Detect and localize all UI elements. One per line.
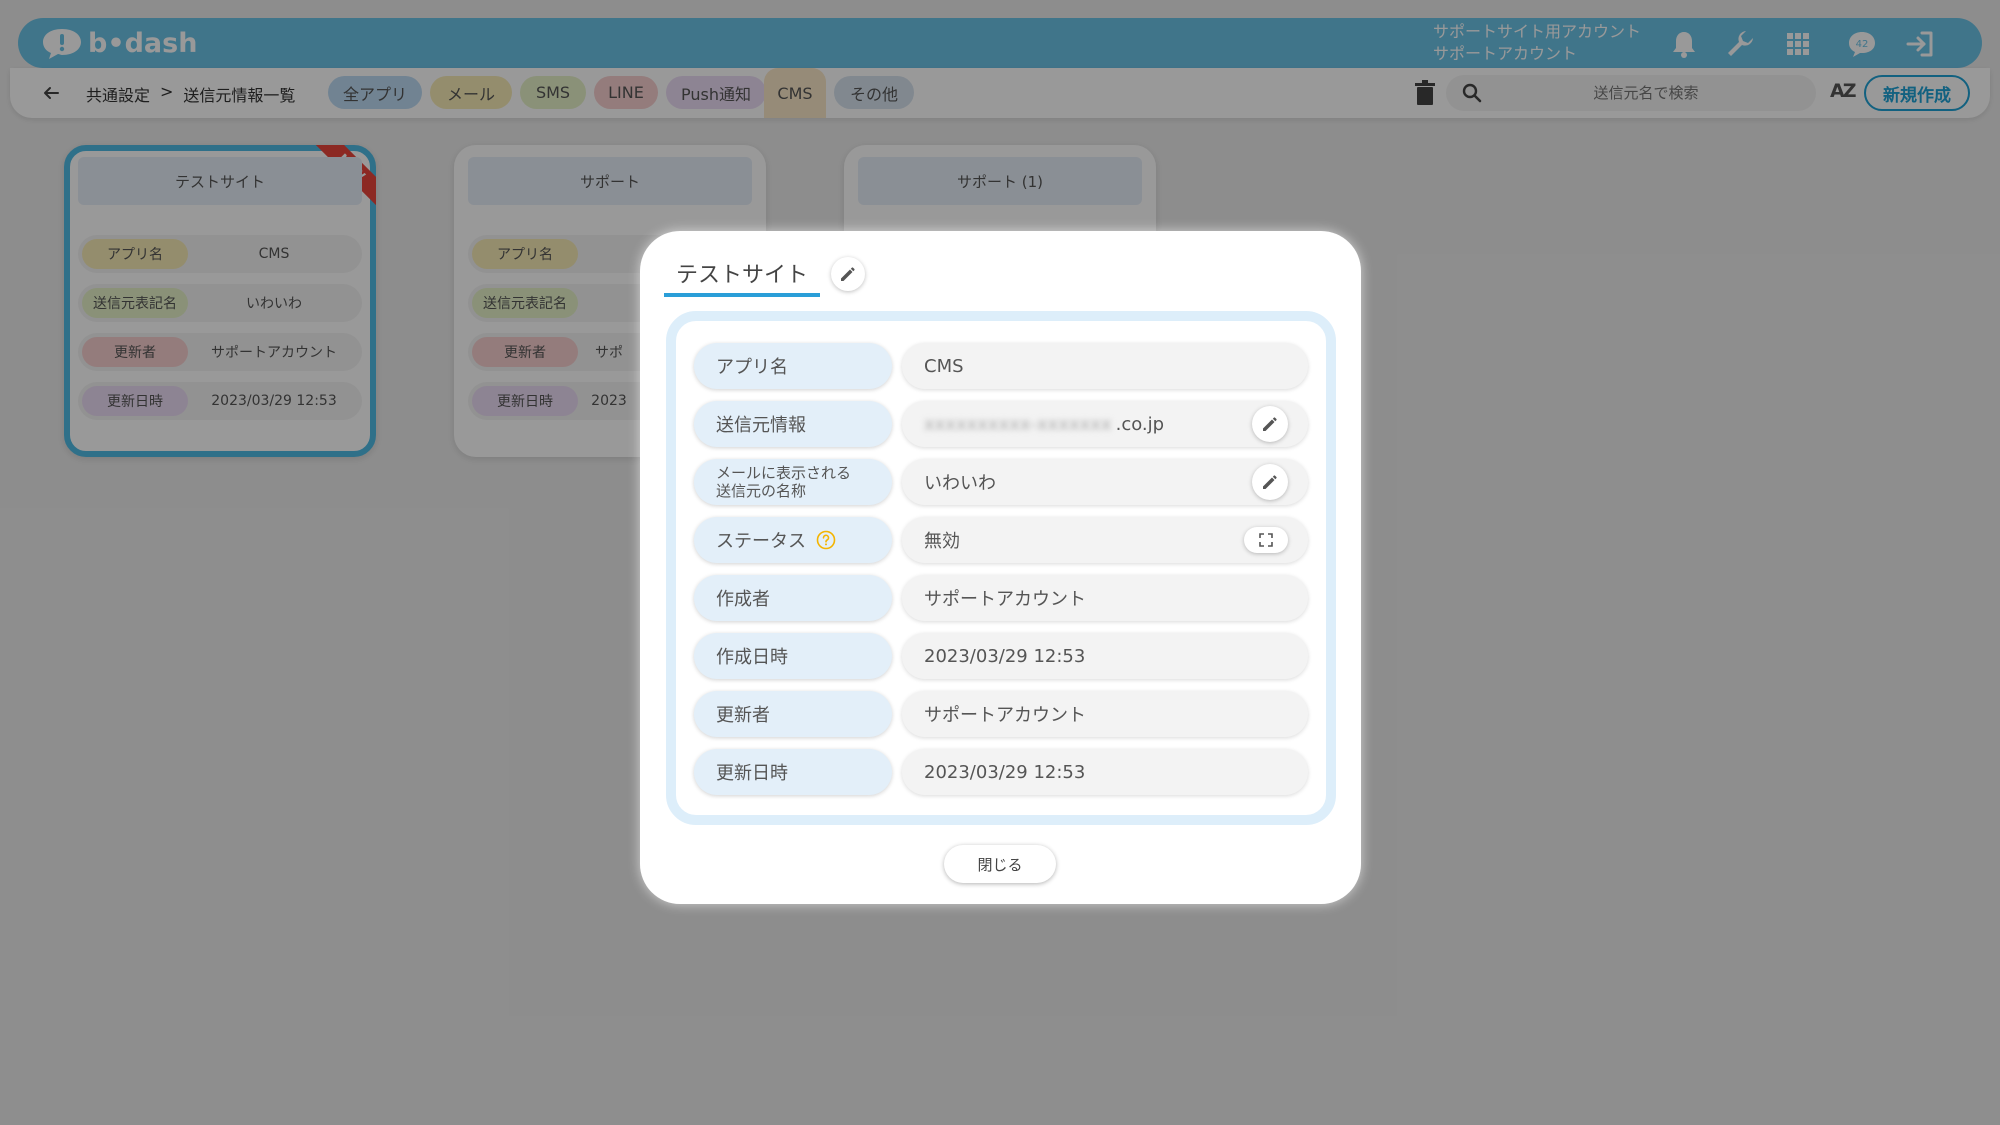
blurred-email-text: xxxxxxxxxx-xxxxxxx [924,413,1112,435]
close-button[interactable]: 閉じる [944,845,1056,883]
detail-value: 無効 [902,517,1308,563]
detail-row-display-name: メールに表示される 送信元の名称 いわいわ [694,459,1308,505]
email-domain-text: .co.jp [1115,413,1165,435]
detail-value: サポートアカウント [902,691,1308,737]
detail-label: アプリ名 [694,343,892,389]
detail-row-app-name: アプリ名 CMS [694,343,1308,389]
detail-panel: アプリ名 CMS 送信元情報 xxxxxxxxxx-xxxxxxx .co.jp… [666,311,1336,825]
detail-label: メールに表示される 送信元の名称 [694,459,892,505]
status-toggle-button[interactable] [1244,527,1288,553]
detail-value: xxxxxxxxxx-xxxxxxx .co.jp [902,401,1308,447]
expand-icon [1259,533,1273,547]
detail-label: 作成者 [694,575,892,621]
detail-row-sender-info: 送信元情報 xxxxxxxxxx-xxxxxxx .co.jp [694,401,1308,447]
detail-value: サポートアカウント [902,575,1308,621]
modal-title: テストサイト [664,257,821,297]
status-label-text: ステータス [716,531,806,552]
status-value-text: 無効 [924,531,960,552]
detail-label-line2: 送信元の名称 [716,482,807,500]
edit-title-button[interactable] [831,257,865,291]
detail-label-line1: メールに表示される [716,464,852,482]
help-icon[interactable] [816,530,836,550]
detail-label: ステータス [694,517,892,563]
detail-label: 更新日時 [694,749,892,795]
detail-value: 2023/03/29 12:53 [902,633,1308,679]
detail-value: いわいわ [902,459,1308,505]
pencil-icon [841,267,855,281]
detail-value: 2023/03/29 12:53 [902,749,1308,795]
detail-row-updated-at: 更新日時 2023/03/29 12:53 [694,749,1308,795]
display-name-text: いわいわ [924,473,996,494]
pencil-icon [1263,417,1277,431]
detail-label: 更新者 [694,691,892,737]
detail-row-updater: 更新者 サポートアカウント [694,691,1308,737]
detail-value: CMS [902,343,1308,389]
detail-row-status: ステータス 無効 [694,517,1308,563]
detail-label: 作成日時 [694,633,892,679]
edit-display-name-button[interactable] [1252,464,1288,500]
detail-label: 送信元情報 [694,401,892,447]
detail-row-creator: 作成者 サポートアカウント [694,575,1308,621]
edit-sender-info-button[interactable] [1252,406,1288,442]
pencil-icon [1263,475,1277,489]
sender-detail-modal: テストサイト アプリ名 CMS 送信元情報 xxxxxxxxxx-xxxxxxx… [640,231,1361,904]
detail-row-created-at: 作成日時 2023/03/29 12:53 [694,633,1308,679]
